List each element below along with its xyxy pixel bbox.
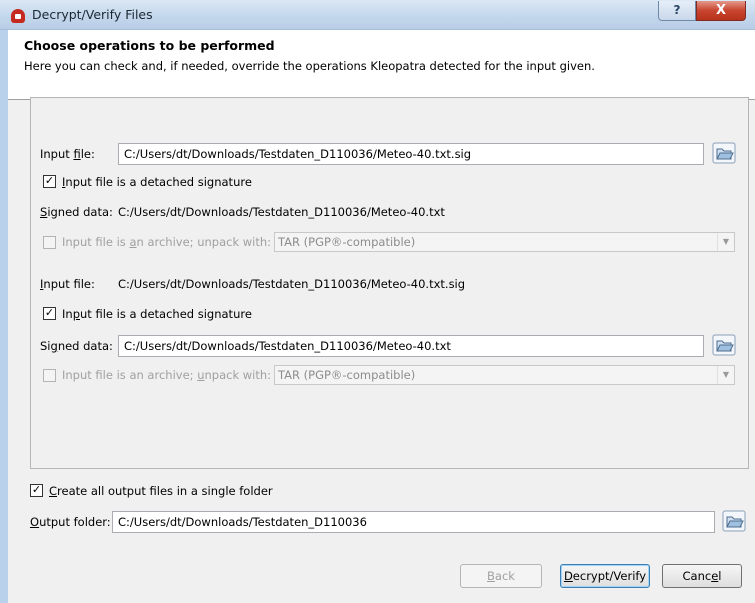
input-file-value-2: C:/Users/dt/Downloads/Testdaten_D110036/… (118, 277, 466, 291)
archive-checkbox-2 (43, 369, 56, 382)
title-bar[interactable]: Decrypt/Verify Files ? X (0, 0, 755, 30)
archive-format-dropdown: TAR (PGP®-compatible) ▼ (274, 232, 735, 252)
page-header: Choose operations to be performed Here y… (8, 30, 755, 100)
open-folder-icon[interactable] (712, 142, 736, 164)
close-button[interactable]: X (696, 1, 746, 21)
window-title: Decrypt/Verify Files (32, 7, 153, 22)
chevron-down-icon: ▼ (717, 366, 734, 384)
detached-signature-label: Input file is a detached signature (62, 175, 252, 189)
page-subtitle: Here you can check and, if needed, overr… (24, 59, 595, 73)
dialog-window: Decrypt/Verify Files ? X Choose operatio… (0, 0, 755, 603)
archive-format-dropdown-2: TAR (PGP®-compatible) ▼ (274, 365, 735, 385)
chevron-down-icon: ▼ (717, 233, 734, 251)
page-title: Choose operations to be performed (24, 38, 275, 53)
output-folder-field[interactable]: C:/Users/dt/Downloads/Testdaten_D110036 (112, 511, 715, 533)
dialog-client-area: Choose operations to be performed Here y… (8, 30, 755, 603)
detached-signature-checkbox[interactable]: ✓ (43, 175, 56, 188)
kleopatra-icon (11, 9, 25, 23)
signed-data-field-2[interactable]: C:/Users/dt/Downloads/Testdaten_D110036/… (118, 335, 704, 357)
input-file-label: Input file: (40, 147, 95, 161)
open-folder-icon[interactable] (712, 334, 736, 356)
signed-data-label-2: Signed data: (40, 339, 113, 353)
signed-data-label: Signed data: (40, 205, 113, 219)
detached-signature-label-2: Input file is a detached signature (62, 307, 252, 321)
archive-checkbox (43, 236, 56, 249)
signed-data-value: C:/Users/dt/Downloads/Testdaten_D110036/… (118, 205, 445, 219)
archive-label: Input file is an archive; unpack with: (62, 235, 272, 249)
single-folder-label: Create all output files in a single fold… (49, 484, 273, 498)
open-folder-icon[interactable] (722, 510, 746, 532)
back-button: Back (460, 564, 542, 588)
cancel-button[interactable]: Cancel (662, 564, 742, 588)
help-button[interactable]: ? (658, 1, 696, 21)
detached-signature-checkbox-2[interactable]: ✓ (43, 307, 56, 320)
archive-label-2: Input file is an archive; unpack with: (62, 368, 272, 382)
input-file-field[interactable]: C:/Users/dt/Downloads/Testdaten_D110036/… (118, 143, 704, 165)
output-folder-label: Output folder: (30, 515, 111, 529)
single-folder-checkbox[interactable]: ✓ (30, 484, 43, 497)
decrypt-verify-button[interactable]: Decrypt/Verify (560, 564, 650, 588)
input-file-label-2: Input file: (40, 277, 95, 291)
